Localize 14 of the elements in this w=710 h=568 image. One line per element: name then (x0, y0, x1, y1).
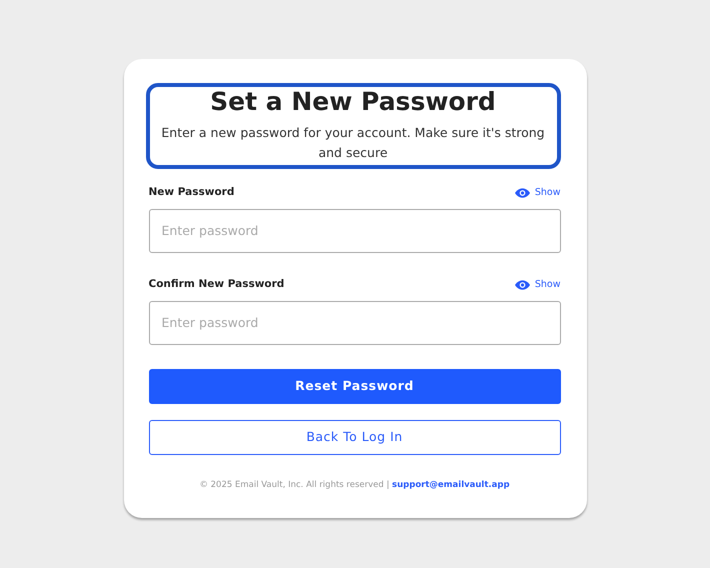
page-title: Set a New Password (209, 87, 497, 117)
eye-icon (514, 280, 530, 290)
password-field[interactable]: Enter password (148, 208, 560, 253)
support-email-link[interactable]: support@emailvault.app (392, 480, 510, 490)
eye-icon (514, 188, 530, 198)
field-label: Confirm New Password (148, 276, 284, 292)
footer-text: © 2025 Email Vault, Inc. All rights reserved | support@emailvault.app (198, 478, 511, 492)
field-label: New Password (148, 185, 234, 200)
show-password-toggle[interactable]: Show (514, 186, 560, 200)
password-field[interactable]: Enter password (148, 300, 560, 344)
back-to-login-button[interactable]: Back To Log In (148, 420, 560, 454)
reset-password-button[interactable]: Reset Password (148, 368, 560, 404)
subtitle: Enter a new password for your account. Make sure it's strong and secure (160, 124, 546, 162)
show-password-toggle[interactable]: Show (514, 278, 560, 292)
